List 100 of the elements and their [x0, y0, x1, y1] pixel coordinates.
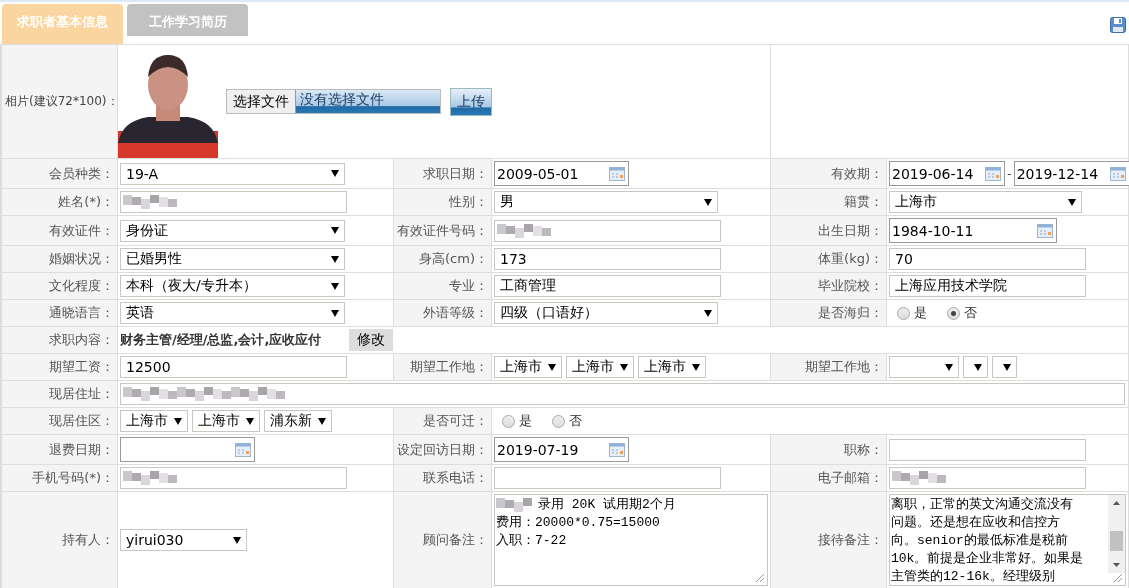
text-field[interactable]	[120, 191, 347, 213]
calendar-icon[interactable]	[985, 165, 1001, 182]
scrollbar[interactable]	[1108, 495, 1125, 573]
caret-icon	[620, 363, 628, 371]
date-field[interactable]: 2009-05-01	[494, 161, 629, 186]
field-label: 期望工作地：	[410, 358, 488, 376]
select-dropdown[interactable]	[992, 356, 1017, 378]
edit-button[interactable]: 修改	[349, 329, 394, 351]
field-label: 期望工资：	[49, 358, 114, 376]
field-label: 出生日期：	[818, 221, 883, 240]
field-label: 电子邮箱：	[818, 469, 883, 487]
caret-icon	[331, 227, 339, 234]
text-field[interactable]: 70	[889, 248, 1086, 270]
caret-icon	[1068, 198, 1076, 206]
field-label: 联系电话：	[423, 469, 488, 487]
radio-label: 否	[569, 412, 582, 430]
field-label: 通晓语言：	[49, 304, 114, 322]
calendar-icon[interactable]	[235, 441, 251, 458]
caret-icon	[318, 417, 326, 425]
text-field[interactable]: 173	[494, 248, 721, 270]
upload-button[interactable]: 上传	[450, 87, 492, 116]
caret-icon	[692, 363, 700, 371]
field-label: 毕业院校：	[818, 277, 883, 295]
caret-icon	[331, 282, 339, 290]
job-content: 财务主管/经理/总监,会计,应收应付	[120, 331, 322, 349]
select-dropdown[interactable]: 上海市	[120, 410, 188, 432]
field-label: 退费日期：	[49, 440, 114, 459]
field-label: 婚姻状况：	[49, 250, 114, 268]
text-field[interactable]: 上海应用技术学院	[889, 275, 1086, 297]
save-icon[interactable]	[1110, 17, 1126, 33]
field-label: 期望工作地：	[805, 358, 883, 376]
text-field[interactable]	[494, 219, 721, 242]
field-label: 现居住址：	[49, 385, 114, 403]
text-field[interactable]	[889, 438, 1086, 461]
select-dropdown[interactable]: 上海市	[566, 356, 634, 378]
select-dropdown[interactable]: 已婚男性	[120, 248, 345, 270]
text-field[interactable]	[120, 383, 1125, 405]
caret-icon	[945, 363, 953, 371]
caret-icon	[233, 536, 241, 544]
select-dropdown[interactable]: 英语	[120, 302, 345, 324]
select-dropdown[interactable]: 上海市	[192, 410, 260, 432]
select-dropdown[interactable]: 上海市	[638, 356, 706, 378]
field-label: 体重(kg)：	[818, 250, 883, 268]
calendar-icon[interactable]	[609, 441, 625, 458]
select-dropdown[interactable]	[963, 356, 988, 378]
date-field[interactable]	[120, 437, 255, 462]
field-label: 是否海归：	[818, 304, 883, 322]
field-label: 持有人：	[62, 531, 114, 549]
text-area[interactable]: 离职，正常的英文沟通交流没有 问题。还是想在应收和信控方 向。senior的最低标准是税前 10k。前提是企业非常好。如果是 主管类的12-16k。经理级别	[889, 494, 1126, 586]
calendar-icon[interactable]	[1109, 165, 1126, 182]
text-field[interactable]	[494, 467, 721, 489]
text-area[interactable]: 录用 20K 试用期2个月 费用：20000*0.75=15000 入职：7-22	[494, 494, 768, 586]
select-dropdown[interactable]: 上海市	[889, 191, 1082, 213]
field-label: 设定回访日期：	[397, 440, 488, 459]
caret-icon	[331, 255, 339, 263]
date-field[interactable]: 2019-12-14	[1013, 161, 1129, 186]
date-field[interactable]: 2019-06-14	[889, 161, 1005, 186]
select-dropdown[interactable]: 上海市	[494, 356, 562, 378]
resize-handle-icon[interactable]	[1112, 572, 1123, 583]
field-label: 姓名(*)：	[58, 193, 114, 211]
field-label: 专业：	[449, 277, 488, 295]
resize-handle-icon[interactable]	[754, 572, 765, 583]
text-field[interactable]	[889, 467, 1086, 489]
date-field[interactable]: 2019-07-19	[494, 437, 629, 462]
caret-icon	[331, 170, 339, 177]
field-label: 职称：	[844, 440, 883, 459]
date-field[interactable]: 1984-10-11	[889, 218, 1057, 243]
field-label: 现居住区：	[49, 412, 114, 430]
field-label: 文化程度：	[49, 277, 114, 295]
date-separator: -	[1007, 166, 1012, 181]
select-dropdown[interactable]: 本科（夜大/专升本）	[120, 275, 345, 297]
calendar-icon[interactable]	[609, 165, 625, 182]
radio-label: 否	[964, 304, 977, 322]
radio-button[interactable]	[897, 306, 910, 320]
field-label: 性别：	[449, 193, 488, 211]
text-field[interactable]: 12500	[120, 356, 347, 378]
calendar-icon[interactable]	[1037, 222, 1053, 239]
caret-icon	[1003, 363, 1011, 371]
caret-icon	[174, 417, 182, 425]
radio-button[interactable]	[947, 306, 960, 320]
radio-button[interactable]	[502, 414, 515, 428]
select-dropdown[interactable]: 四级（口语好）	[494, 302, 718, 324]
caret-icon	[974, 363, 982, 371]
field-label: 是否可迁：	[423, 412, 488, 430]
file-input[interactable]: 选择文件 没有选择文件	[226, 89, 441, 114]
field-label: 求职内容：	[49, 331, 114, 349]
select-dropdown[interactable]: 男	[494, 191, 718, 213]
select-dropdown[interactable]: 身份证	[120, 219, 345, 242]
field-label: 有效证件号码：	[397, 221, 488, 240]
field-label: 会员种类：	[49, 164, 114, 183]
radio-button[interactable]	[552, 414, 565, 428]
caret-icon	[704, 309, 712, 317]
text-field[interactable]: 工商管理	[494, 275, 721, 297]
field-label: 相片(建议72*100)：	[2, 45, 117, 158]
field-label: 求职日期：	[423, 164, 488, 183]
text-field[interactable]	[120, 467, 347, 489]
select-dropdown[interactable]: yirui030	[120, 529, 247, 551]
field-label: 有效期：	[831, 164, 883, 183]
select-dropdown[interactable]: 浦东新	[264, 410, 332, 432]
select-dropdown[interactable]: 19-A	[120, 162, 345, 185]
